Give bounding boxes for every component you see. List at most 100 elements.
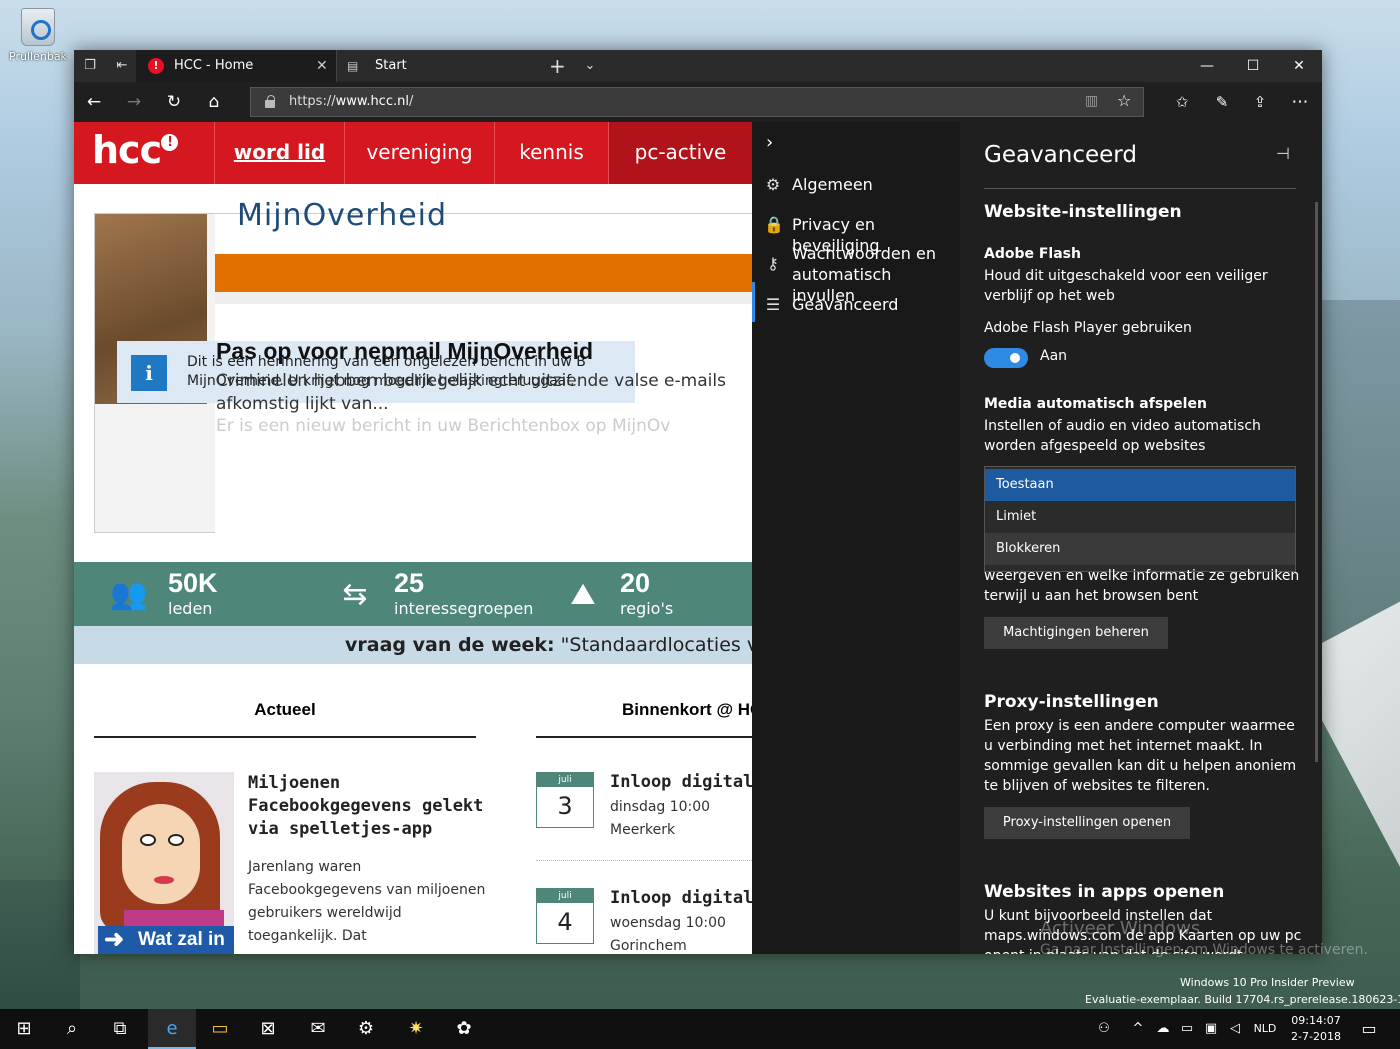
article-title[interactable]: Miljoenen Facebookgegevens gelekt via sp… [248,772,488,841]
close-window-button[interactable]: ✕ [1276,50,1322,82]
settings-hub: › ⚙ Algemeen 🔒 Privacy en beveiliging ⚷ … [752,122,1322,954]
nav-kennis[interactable]: kennis [494,122,608,184]
event-month: juli [537,889,593,903]
cartoon-eye [140,834,156,846]
settings-content: Geavanceerd ⊣ Website-instellingen Adobe… [960,122,1322,954]
tab-hcc-home[interactable]: ! HCC - Home ✕ [136,50,336,82]
favorites-icon[interactable]: ✩ [1170,90,1194,114]
settings-nav: › ⚙ Algemeen 🔒 Privacy en beveiliging ⚷ … [752,122,960,954]
collapse-chevron-icon[interactable]: › [766,132,773,153]
flash-description: Houd dit uitgeschakeld voor een veiliger… [984,268,1268,304]
stat-number: 25 [394,568,425,598]
article-headline[interactable]: Pas op voor nepmail MijnOverheid [216,338,593,365]
chevron-down-icon[interactable]: ⌄ [582,58,598,74]
mijnoverheid-heading: MijnOverheid [237,198,448,233]
media-heading: Media automatisch afspelen [984,396,1207,412]
key-icon: ⚷ [767,254,779,273]
event-day: 4 [557,908,573,936]
settings-gear-icon[interactable]: ⚙ [342,1009,390,1049]
share-icon[interactable]: ⇪ [1248,90,1272,114]
dropdown-option-limiet[interactable]: Limiet [985,501,1295,533]
people-tray-icon[interactable]: ⚇ [1092,1009,1116,1049]
mail-icon[interactable]: ✉ [294,1009,342,1049]
hcc-logo[interactable]: hcc! [92,128,179,172]
permissions-line-2: terwijl u aan het browsen bent [984,588,1199,604]
minimize-button[interactable]: — [1184,50,1230,82]
forward-icon[interactable]: → [122,90,146,114]
reading-view-icon[interactable]: ▥ [1085,93,1098,109]
faded-text: Er is een nieuw bericht in uw Berichtenb… [216,416,671,436]
home-icon[interactable]: ⌂ [202,90,226,114]
proxy-description: Een proxy is een andere computer waarmee… [984,718,1297,794]
maximize-button[interactable]: ☐ [1230,50,1276,82]
back-icon[interactable]: ← [82,90,106,114]
dropdown-option-blokkeren[interactable]: Blokkeren [985,533,1295,565]
toggle-knob [1010,353,1020,363]
recycle-bin[interactable]: Prullenbak [6,8,70,63]
media-autoplay-dropdown[interactable]: Toestaan Limiet Blokkeren [984,466,1296,572]
language-indicator[interactable]: NLD [1248,1009,1282,1049]
windows-start-icon[interactable]: ⊞ [0,1009,48,1049]
event-title[interactable]: Inloop digitale h [610,772,752,792]
edge-beta-icon[interactable]: e [148,1009,196,1049]
battery-icon[interactable]: ▭ [1176,1009,1198,1049]
onedrive-icon[interactable]: ☁ [1152,1009,1174,1049]
teaser-line-1: Criminelen hebben bedriegelijk echt uitz… [216,371,726,391]
favorite-star-icon[interactable]: ☆ [1117,91,1131,110]
more-icon[interactable]: ⋯ [1288,90,1312,114]
new-tab-icon[interactable]: + [549,56,566,76]
file-explorer-icon[interactable]: ▭ [196,1009,244,1049]
flash-toggle[interactable] [984,348,1028,368]
close-tab-icon[interactable]: ✕ [316,50,328,82]
nav-label: Geavanceerd [792,295,899,314]
article-teaser: Criminelen hebben bedriegelijk echt uitz… [216,370,726,416]
event-date: juli 4 [536,888,594,944]
refresh-icon[interactable]: ↻ [162,90,186,114]
stat-leden: 50K leden [168,568,218,618]
tab-start[interactable]: ▤ Start [336,50,536,82]
proxy-heading: Proxy-instellingen [984,692,1159,712]
web-page: hcc! word lid vereniging kennis pc-activ… [74,122,752,954]
open-proxy-settings-button[interactable]: Proxy-instellingen openen [984,807,1190,839]
nav-pc-active[interactable]: pc-active [608,122,752,184]
tips-lightbulb-icon[interactable]: ✷ [392,1009,440,1049]
tab-preview-icon[interactable]: ⇤ [114,58,130,74]
paint-3d-icon[interactable]: ✿ [440,1009,488,1049]
build-watermark: Windows 10 Pro Insider Preview [1180,976,1355,989]
lock-icon [265,95,275,108]
address-bar[interactable]: https://www.hcc.nl/ ▥ ☆ [250,87,1144,117]
question-of-week[interactable]: vraag van de week: "Standaardlocaties vo… [74,626,752,664]
logo-text: hcc [92,128,162,172]
site-header: hcc! word lid vereniging kennis pc-activ… [74,122,752,184]
lock-icon: 🔒 [764,215,784,234]
activation-watermark-sub: Ga naar Instellingen om Windows te activ… [1040,942,1368,958]
pen-icon[interactable]: ✎ [1210,90,1234,114]
action-center-icon[interactable]: ▭ [1354,1009,1384,1049]
edge-window: ❐ ⇤ ! HCC - Home ✕ ▤ Start + ⌄ — ☐ ✕ ← →… [74,50,1322,954]
volume-icon[interactable]: ◁ [1224,1009,1246,1049]
nav-vereniging[interactable]: vereniging [344,122,494,184]
clock[interactable]: 09:14:07 2-7-2018 [1280,1013,1352,1045]
flash-heading: Adobe Flash [984,246,1081,262]
address-toolbar: ← → ↻ ⌂ https://www.hcc.nl/ ▥ ☆ ✩ ✎ ⇪ ⋯ [74,82,1322,122]
network-icon[interactable]: ▣ [1200,1009,1222,1049]
active-indicator [752,282,755,322]
orange-bar [215,254,752,292]
show-hidden-icons-chevron-icon[interactable]: ^ [1128,1009,1148,1049]
scrollbar[interactable] [1315,202,1318,762]
dropdown-option-toestaan[interactable]: Toestaan [985,469,1295,501]
task-view-icon[interactable]: ⧉ [96,1009,144,1049]
event-separator [536,860,752,861]
question-label: vraag van de week: [345,634,555,656]
set-aside-tabs-icon[interactable]: ❐ [82,58,98,74]
manage-permissions-button[interactable]: Machtigingen beheren [984,617,1168,649]
store-icon[interactable]: ⊠ [244,1009,292,1049]
pin-icon[interactable]: ⊣ [1276,144,1290,163]
clock-date: 2-7-2018 [1291,1030,1341,1043]
stats-bar: 👥 50K leden ⇆ 25 interessegroepen ⛰ 20 r… [74,562,752,626]
article-cartoon[interactable]: Wat zal in [94,772,234,954]
event-title[interactable]: Inloop digitale h [610,888,752,908]
media-description: Instellen of audio en video automatisch … [984,418,1261,454]
nav-word-lid[interactable]: word lid [214,122,344,184]
search-icon[interactable]: ⌕ [48,1009,96,1049]
